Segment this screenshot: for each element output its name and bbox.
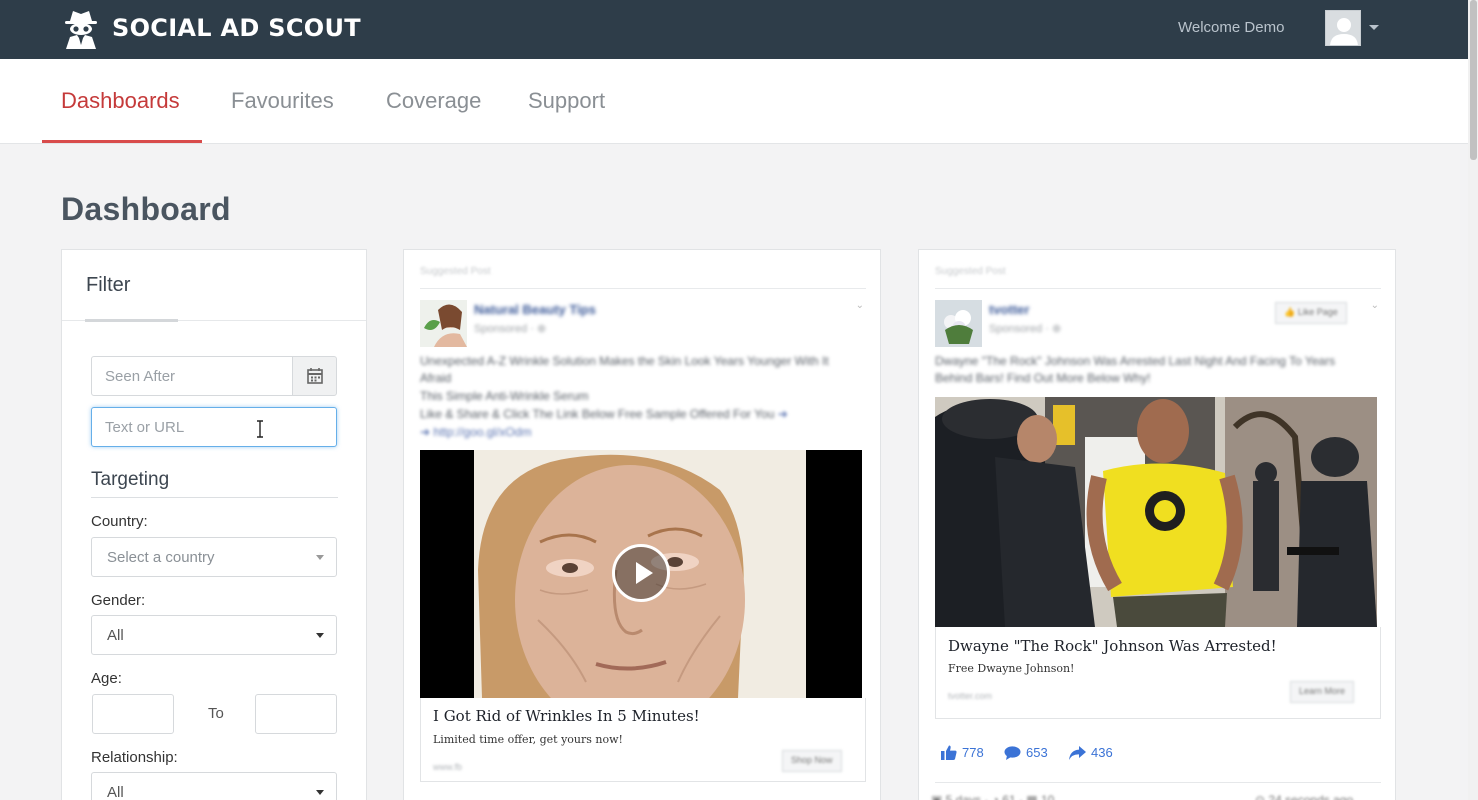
post-link[interactable]: ➜ http://goo.gl/xOdm xyxy=(420,425,531,439)
chevron-down-icon[interactable]: ⌄ xyxy=(856,300,864,311)
ad-seen-time: ⊙ 24 seconds ago xyxy=(1255,793,1354,800)
post-text-line: Like & Share & Click The Link Below Free… xyxy=(420,407,788,421)
welcome-text[interactable]: Welcome Demo xyxy=(1178,19,1284,36)
top-bar: SOCIAL AD SCOUT Welcome Demo xyxy=(0,0,1478,59)
page-title: Dashboard xyxy=(61,191,231,227)
chevron-down-icon xyxy=(316,790,324,795)
share-icon xyxy=(1069,745,1086,760)
suggested-post-label: Suggested Post xyxy=(935,266,1006,277)
seen-after-input[interactable]: Seen After xyxy=(91,356,293,396)
age-min-input[interactable] xyxy=(92,694,174,734)
ad-card[interactable]: Suggested Post Natural Beauty Tips Spons… xyxy=(403,249,881,800)
ad-image-arrest-scene xyxy=(935,397,1377,627)
shares-stat[interactable]: 436 xyxy=(1069,745,1113,760)
country-select[interactable]: Select a country xyxy=(91,537,337,577)
spy-icon xyxy=(65,11,97,49)
like-page-button[interactable]: 👍 Like Page xyxy=(1275,302,1347,324)
tab-dashboards[interactable]: Dashboards xyxy=(61,88,180,114)
filter-panel: Filter Seen After Text or URL Targeting … xyxy=(61,249,367,800)
page-name[interactable]: Natural Beauty Tips xyxy=(474,302,596,317)
scrollbar-thumb[interactable] xyxy=(1470,0,1477,160)
gender-label: Gender: xyxy=(91,592,146,609)
page-avatar[interactable] xyxy=(935,300,982,347)
main-nav: Dashboards Favourites Coverage Support xyxy=(0,59,1478,144)
tab-support[interactable]: Support xyxy=(528,88,605,114)
ad-headline[interactable]: I Got Rid of Wrinkles In 5 Minutes! xyxy=(433,707,700,725)
ad-domain: www.fb xyxy=(433,762,463,772)
post-text-line: Unexpected A-Z Wrinkle Solution Makes th… xyxy=(420,354,829,368)
age-max-input[interactable] xyxy=(255,694,337,734)
ad-attachment: I Got Rid of Wrinkles In 5 Minutes! Limi… xyxy=(420,698,866,782)
text-or-url-input[interactable]: Text or URL xyxy=(91,407,337,447)
tab-favourites[interactable]: Favourites xyxy=(231,88,334,114)
cta-button[interactable]: Learn More xyxy=(1290,681,1355,703)
ad-domain: tvotter.com xyxy=(948,691,993,701)
page-avatar-image xyxy=(420,300,467,347)
logo[interactable]: SOCIAL AD SCOUT xyxy=(62,6,361,50)
relationship-select-value: All xyxy=(107,784,124,800)
play-icon[interactable] xyxy=(612,544,670,602)
post-text-line: This Simple Anti-Wrinkle Serum xyxy=(420,389,589,403)
country-label: Country: xyxy=(91,513,148,530)
page-avatar[interactable] xyxy=(420,300,467,347)
comment-icon xyxy=(1004,745,1021,760)
page-avatar-image xyxy=(935,300,982,347)
suggested-post-label: Suggested Post xyxy=(420,266,491,277)
ad-image[interactable] xyxy=(935,397,1377,627)
age-to-label: To xyxy=(208,705,224,722)
ad-headline[interactable]: Dwayne "The Rock" Johnson Was Arrested! xyxy=(948,637,1277,655)
post-text-line: Behind Bars! Find Out More Below Why! xyxy=(935,371,1151,385)
post-text-line: Dwayne "The Rock" Johnson Was Arrested L… xyxy=(935,354,1336,368)
filter-title: Filter xyxy=(86,274,131,296)
divider xyxy=(935,288,1381,289)
divider xyxy=(420,288,866,289)
logo-text: SOCIAL AD SCOUT xyxy=(112,14,361,42)
filter-tab-indicator xyxy=(85,319,178,322)
ad-description: Free Dwayne Johnson! xyxy=(948,662,1075,675)
calendar-icon xyxy=(307,368,323,384)
tab-coverage[interactable]: Coverage xyxy=(386,88,481,114)
likes-count: 778 xyxy=(962,745,984,760)
chevron-down-icon xyxy=(316,633,324,638)
post-text-line: Afraid xyxy=(420,371,452,385)
ad-video[interactable] xyxy=(420,450,862,698)
filter-header: Filter xyxy=(62,250,366,322)
comments-count: 653 xyxy=(1026,745,1048,760)
thumbs-up-icon xyxy=(941,745,957,760)
user-silhouette-icon xyxy=(1330,18,1358,45)
likes-stat[interactable]: 778 xyxy=(941,745,984,760)
ad-card[interactable]: Suggested Post tvotter Sponsored · ⊕ 👍 L… xyxy=(918,249,1396,800)
ad-meta-info: ▣ 5 days · ◔ 61 · ▦ 10 xyxy=(931,793,1055,800)
gender-select-value: All xyxy=(107,627,124,644)
relationship-label: Relationship: xyxy=(91,749,178,766)
page-name[interactable]: tvotter xyxy=(989,302,1029,317)
sponsored-label: Sponsored · ⊕ xyxy=(474,323,547,335)
relationship-select[interactable]: All xyxy=(91,772,337,800)
text-cursor-icon xyxy=(257,420,263,438)
targeting-title: Targeting xyxy=(91,469,170,490)
ad-description: Limited time offer, get yours now! xyxy=(433,733,623,746)
chevron-down-icon xyxy=(316,555,324,560)
ad-attachment: Dwayne "The Rock" Johnson Was Arrested! … xyxy=(935,627,1381,719)
gender-select[interactable]: All xyxy=(91,615,337,655)
avatar[interactable] xyxy=(1325,10,1361,46)
country-select-value: Select a country xyxy=(107,549,215,566)
divider xyxy=(91,497,338,498)
chevron-down-icon[interactable]: ⌄ xyxy=(1371,300,1379,311)
active-tab-indicator xyxy=(42,140,202,143)
comments-stat[interactable]: 653 xyxy=(1004,745,1048,760)
shares-count: 436 xyxy=(1091,745,1113,760)
date-picker-button[interactable] xyxy=(292,356,337,396)
divider xyxy=(935,782,1381,783)
age-label: Age: xyxy=(91,670,122,687)
cta-button[interactable]: Shop Now xyxy=(782,750,842,772)
chevron-down-icon[interactable] xyxy=(1369,25,1379,30)
sponsored-label: Sponsored · ⊕ xyxy=(989,323,1062,335)
